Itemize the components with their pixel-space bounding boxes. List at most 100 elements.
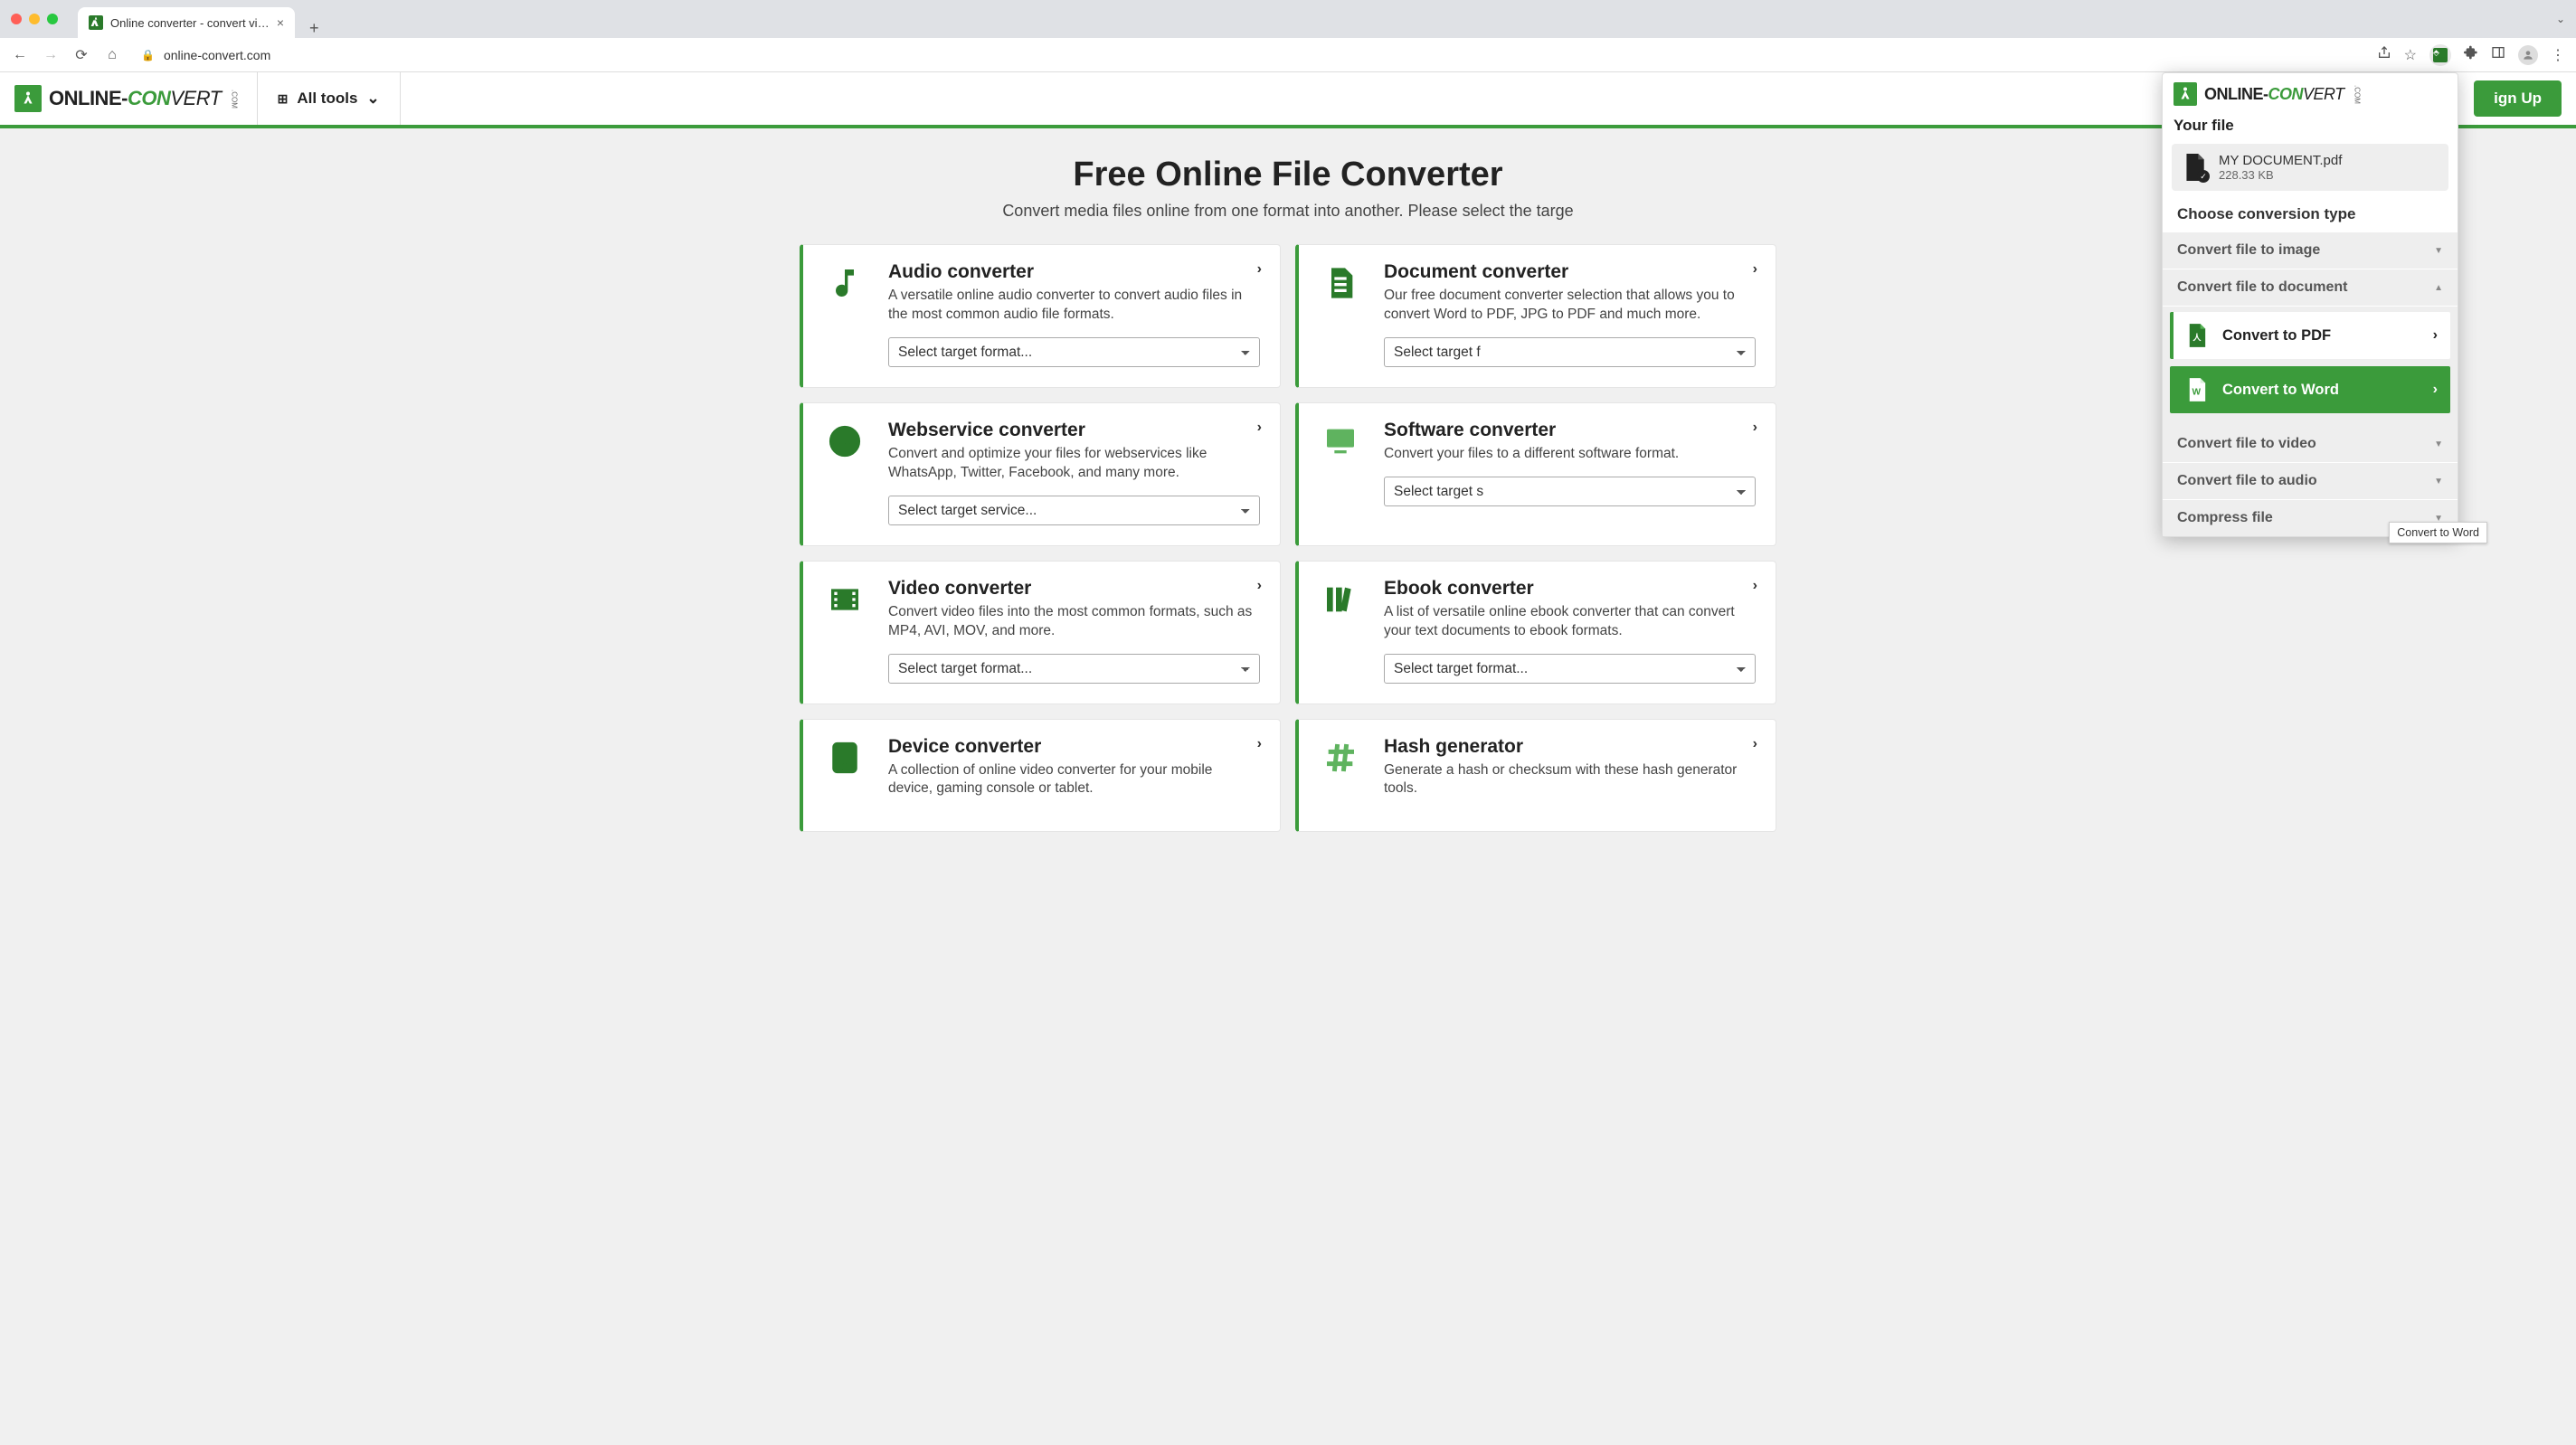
select-target-format[interactable]: Select target format... (1384, 654, 1756, 684)
chevron-right-icon: › (1753, 261, 1757, 278)
select-target-service[interactable]: Select target service... (888, 496, 1260, 525)
card-title: Audio converter (888, 261, 1260, 283)
home-button[interactable]: ⌂ (103, 47, 121, 63)
chevron-right-icon: › (1257, 420, 1262, 436)
file-row[interactable]: ✓ MY DOCUMENT.pdf 228.33 KB (2172, 144, 2448, 191)
word-file-icon: W (2186, 377, 2208, 402)
card-document-converter[interactable]: Document converter Our free document con… (1295, 244, 1776, 388)
group-convert-video[interactable]: Convert file to video ▼ (2163, 426, 2458, 463)
group-convert-document[interactable]: Convert file to document ▲ (2163, 269, 2458, 307)
card-ebook-converter[interactable]: Ebook converter A list of versatile onli… (1295, 561, 1776, 704)
check-icon: ✓ (2197, 170, 2210, 183)
profile-avatar-icon[interactable] (2518, 45, 2538, 65)
tab-title: Online converter - convert vide (110, 16, 270, 30)
card-hash-generator[interactable]: Hash generator Generate a hash or checks… (1295, 719, 1776, 833)
card-device-converter[interactable]: Device converter A collection of online … (800, 719, 1281, 833)
logo-text: ONLINE-CONVERT (2204, 85, 2344, 104)
conversion-groups: Convert file to image ▼ Convert file to … (2163, 232, 2458, 536)
select-target-format[interactable]: Select target f (1384, 337, 1756, 367)
chevron-right-icon: › (1753, 420, 1757, 436)
url-text: online-convert.com (164, 48, 270, 62)
group-label: Convert file to audio (2177, 473, 2317, 489)
card-title: Software converter (1384, 420, 1756, 441)
logo-com: .COM (231, 90, 239, 109)
tab-overflow-icon[interactable]: ⌄ (2556, 13, 2565, 25)
chevron-right-icon: › (1257, 261, 1262, 278)
file-name: MY DOCUMENT.pdf (2219, 153, 2342, 168)
chevron-down-icon: ⌄ (366, 90, 379, 108)
signup-button[interactable]: ign Up (2474, 80, 2562, 117)
extension-oc-icon[interactable]: ⬘ (2429, 44, 2451, 66)
close-window-button[interactable] (11, 14, 22, 24)
tablet-icon (823, 736, 867, 812)
logo-mark-icon (2174, 82, 2197, 106)
card-webservice-converter[interactable]: Webservice converter Convert and optimiz… (800, 402, 1281, 546)
chevron-right-icon: › (1257, 736, 1262, 752)
card-video-converter[interactable]: Video converter Convert video files into… (800, 561, 1281, 704)
back-button[interactable]: ← (11, 47, 29, 63)
hash-icon (1319, 736, 1362, 812)
site-logo[interactable]: ONLINE-CONVERT .COM (14, 85, 239, 112)
card-desc: Convert your files to a different softwa… (1384, 445, 1756, 464)
card-software-converter[interactable]: Software converter Convert your files to… (1295, 402, 1776, 546)
logo-mark-icon (14, 85, 42, 112)
browser-tab-active[interactable]: Online converter - convert vide × (78, 7, 295, 38)
all-tools-button[interactable]: ⊞ All tools ⌄ (257, 72, 401, 125)
card-desc: A versatile online audio converter to co… (888, 287, 1260, 325)
option-label: Convert to Word (2222, 382, 2339, 399)
document-options: 人 Convert to PDF › W Convert to Word › (2163, 307, 2458, 426)
chevron-down-icon: ▼ (2434, 439, 2443, 449)
chevron-up-icon: ▲ (2434, 283, 2443, 293)
option-convert-pdf[interactable]: 人 Convert to PDF › (2170, 312, 2450, 359)
music-note-icon (823, 261, 867, 367)
bookmark-icon[interactable]: ☆ (2404, 46, 2417, 64)
tab-favicon-icon (89, 15, 103, 30)
group-label: Compress file (2177, 510, 2273, 526)
globe-icon (823, 420, 867, 525)
maximize-window-button[interactable] (47, 14, 58, 24)
file-size: 228.33 KB (2219, 168, 2342, 182)
card-audio-converter[interactable]: Audio converter A versatile online audio… (800, 244, 1281, 388)
chevron-right-icon: › (2433, 382, 2438, 398)
choose-type-heading: Choose conversion type (2163, 202, 2458, 232)
select-target-software[interactable]: Select target s (1384, 477, 1756, 506)
card-desc: Generate a hash or checksum with these h… (1384, 761, 1756, 799)
share-icon[interactable] (2377, 45, 2391, 64)
reload-button[interactable]: ⟳ (72, 46, 90, 64)
extensions-icon[interactable] (2464, 45, 2478, 64)
svg-text:W: W (2192, 388, 2202, 398)
logo-com: .COM (2353, 85, 2362, 104)
new-tab-button[interactable]: + (304, 19, 325, 38)
address-bar[interactable]: 🔒 online-convert.com (134, 48, 2364, 62)
chevron-right-icon: › (1753, 736, 1757, 752)
card-title: Webservice converter (888, 420, 1260, 441)
forward-button[interactable]: → (42, 47, 60, 63)
svg-text:人: 人 (2192, 333, 2202, 343)
card-title: Document converter (1384, 261, 1756, 283)
chevron-down-icon: ▼ (2434, 246, 2443, 256)
group-convert-image[interactable]: Convert file to image ▼ (2163, 232, 2458, 269)
card-desc: A list of versatile online ebook convert… (1384, 603, 1756, 641)
grid-icon: ⊞ (278, 91, 289, 107)
group-convert-audio[interactable]: Convert file to audio ▼ (2163, 463, 2458, 500)
sidepanel-icon[interactable] (2491, 45, 2505, 64)
select-target-format[interactable]: Select target format... (888, 337, 1260, 367)
chevron-right-icon: › (1257, 578, 1262, 594)
select-target-format[interactable]: Select target format... (888, 654, 1260, 684)
card-desc: Our free document converter selection th… (1384, 287, 1756, 325)
card-title: Hash generator (1384, 736, 1756, 758)
card-title: Device converter (888, 736, 1260, 758)
browser-tab-strip: Online converter - convert vide × + ⌄ (0, 0, 2576, 38)
minimize-window-button[interactable] (29, 14, 40, 24)
tab-close-icon[interactable]: × (277, 15, 284, 30)
window-controls (11, 14, 58, 24)
tooltip: Convert to Word (2389, 522, 2487, 543)
document-icon (1319, 261, 1362, 367)
browser-toolbar: ← → ⟳ ⌂ 🔒 online-convert.com ☆ ⬘ ⋮ (0, 38, 2576, 72)
menu-icon[interactable]: ⋮ (2551, 46, 2565, 64)
converter-cards-grid: Audio converter A versatile online audio… (691, 244, 1885, 832)
card-desc: A collection of online video converter f… (888, 761, 1260, 799)
option-convert-word[interactable]: W Convert to Word › (2170, 366, 2450, 413)
books-icon (1319, 578, 1362, 684)
group-label: Convert file to image (2177, 242, 2320, 259)
